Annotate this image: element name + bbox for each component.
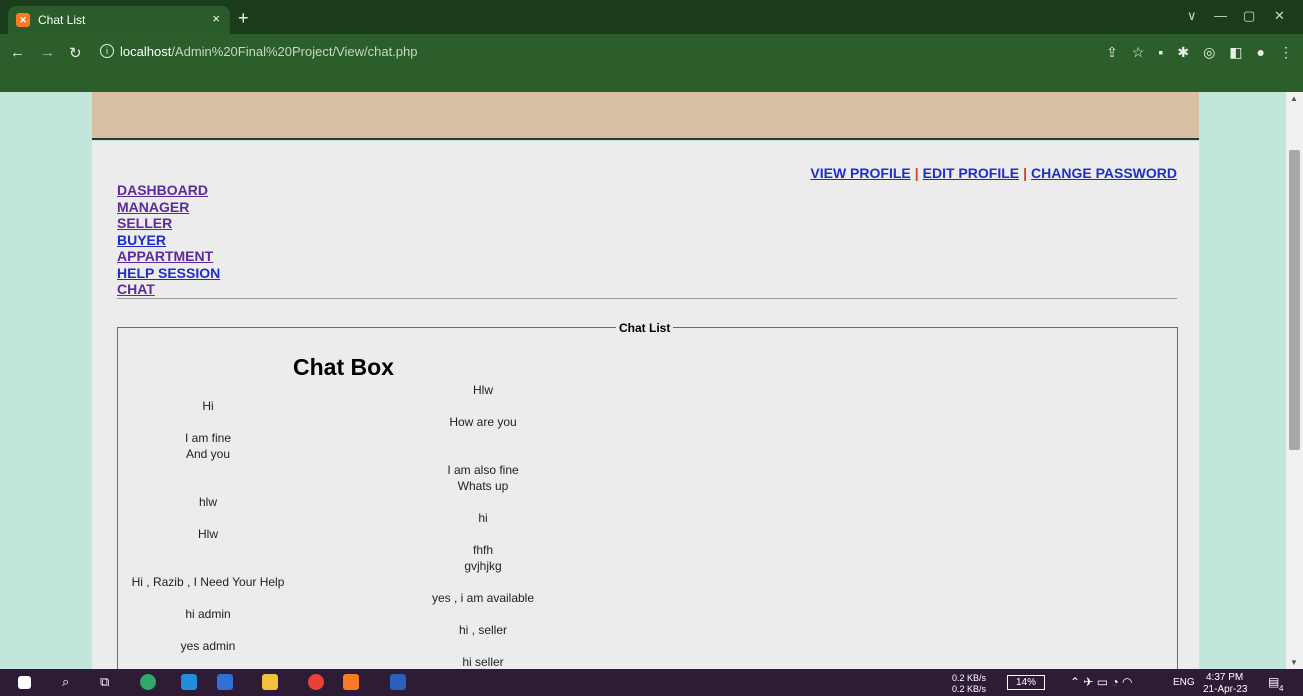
- chat-message-right: gvjhjkg: [464, 559, 502, 573]
- edge-icon[interactable]: [140, 674, 156, 690]
- network-down-speed: 0.2 KB/s: [952, 673, 987, 683]
- tab-search-icon[interactable]: ∨: [1187, 8, 1197, 24]
- main-menu: DASHBOARD MANAGER SELLER BUYER APPARTMEN…: [117, 182, 220, 298]
- task-view-icon[interactable]: ⧉: [100, 674, 109, 690]
- menu-item-buyer[interactable]: BUYER: [117, 232, 220, 249]
- change-password-link[interactable]: CHANGE PASSWORD: [1031, 165, 1177, 181]
- xampp-favicon-icon: ✕: [16, 13, 30, 27]
- network-up-speed: 0.2 KB/s: [952, 684, 987, 694]
- minimize-icon[interactable]: —: [1214, 8, 1227, 23]
- chat-message-right: hi seller: [462, 655, 504, 669]
- menu-icon[interactable]: ⋮: [1279, 44, 1293, 61]
- menu-item-chat[interactable]: CHAT: [117, 281, 220, 298]
- clock-time[interactable]: 4:37 PM: [1206, 672, 1243, 683]
- sidepanel-icon[interactable]: ◧: [1229, 44, 1242, 61]
- profile-links: VIEW PROFILE | EDIT PROFILE | CHANGE PASSWOR…: [810, 165, 1177, 181]
- chat-message-left: Hi , Razib , I Need Your Help: [131, 575, 285, 589]
- browser-tab-bar: ✕ Chat List × + ∨ — ▢ ✕: [0, 0, 1303, 34]
- page-scrollbar[interactable]: ▲ ▼: [1286, 92, 1303, 669]
- close-window-icon[interactable]: ✕: [1274, 8, 1285, 24]
- scrollbar-thumb[interactable]: [1289, 150, 1300, 450]
- link-separator: |: [1023, 165, 1028, 181]
- chat-message-left: Hi: [202, 399, 214, 413]
- link-separator: |: [914, 165, 919, 181]
- menu-item-help-session[interactable]: HELP SESSION: [117, 265, 220, 282]
- menu-item-manager[interactable]: MANAGER: [117, 199, 220, 216]
- menu-item-dashboard[interactable]: DASHBOARD: [117, 182, 220, 199]
- maximize-icon[interactable]: ▢: [1243, 8, 1255, 24]
- notification-count: 4: [1279, 684, 1284, 693]
- header-banner: [92, 92, 1199, 140]
- search-icon[interactable]: ⌕: [62, 674, 69, 690]
- share-icon[interactable]: ⇪: [1106, 44, 1118, 61]
- file-explorer-icon[interactable]: [262, 674, 278, 690]
- tab-title: Chat List: [38, 13, 86, 27]
- chat-message-right: hi: [478, 511, 488, 525]
- toolbar-icons: ⇪ ☆ ▪ ✱ ◎ ◧ ● ⋮: [1106, 44, 1293, 61]
- chat-box-title: Chat Box: [293, 354, 394, 380]
- new-tab-button[interactable]: +: [238, 8, 249, 29]
- chat-message-left: hlw: [198, 495, 218, 509]
- language-indicator[interactable]: ENG: [1173, 677, 1195, 688]
- menu-item-appartment[interactable]: APPARTMENT: [117, 248, 220, 265]
- back-icon[interactable]: ←: [10, 44, 25, 61]
- chat-message-right: Whats up: [457, 479, 509, 493]
- chat-message-right: hi , seller: [458, 623, 508, 637]
- divider: [117, 298, 1177, 299]
- store-icon[interactable]: [181, 674, 197, 690]
- edit-profile-link[interactable]: EDIT PROFILE: [923, 165, 1019, 181]
- forward-icon[interactable]: →: [40, 44, 55, 61]
- chat-message-right: yes , i am available: [431, 591, 535, 605]
- chat-message-left: yes admin: [180, 639, 236, 653]
- address-bar[interactable]: i localhost /Admin%20Final%20Project/Vie…: [100, 39, 1100, 63]
- chat-message-right: I am also fine: [447, 463, 519, 477]
- tray-icons[interactable]: ⌃ ✈ ▭ ◔ ◠: [1070, 675, 1133, 689]
- content-card: VIEW PROFILE | EDIT PROFILE | CHANGE PASSWOR…: [92, 141, 1199, 687]
- app-l-icon[interactable]: [217, 674, 233, 690]
- chat-message-right: How are you: [449, 415, 517, 429]
- site-info-icon[interactable]: i: [100, 44, 114, 58]
- scroll-down-icon[interactable]: ▼: [1290, 658, 1298, 667]
- browser-toolbar: ← → ↻ i localhost /Admin%20Final%20Proje…: [0, 34, 1303, 92]
- url-path: /Admin%20Final%20Project/View/chat.php: [171, 43, 418, 59]
- url-host: localhost: [120, 43, 172, 59]
- chat-message-right: fhfh: [472, 543, 494, 557]
- word-icon[interactable]: [390, 674, 406, 690]
- star-icon[interactable]: ☆: [1132, 44, 1145, 61]
- puzzle-icon[interactable]: ✱: [1177, 44, 1189, 61]
- clock-date[interactable]: 21-Apr-23: [1203, 684, 1247, 695]
- chat-message-right: Hlw: [473, 383, 493, 397]
- xampp-icon[interactable]: [343, 674, 359, 690]
- view-profile-link[interactable]: VIEW PROFILE: [810, 165, 910, 181]
- notification-icon[interactable]: ▤: [1268, 675, 1279, 689]
- fieldset-legend: Chat List: [616, 321, 674, 335]
- reload-icon[interactable]: ↻: [69, 44, 82, 62]
- chrome-icon[interactable]: [308, 674, 324, 690]
- scroll-up-icon[interactable]: ▲: [1290, 94, 1298, 103]
- chat-message-left: Hlw: [198, 527, 218, 541]
- profile-icon[interactable]: ●: [1257, 44, 1265, 61]
- chat-message-left: And you: [185, 447, 231, 461]
- os-taskbar: ⌕ ⧉ 0.2 KB/s 0.2 KB/s 14% ⌃ ✈ ▭ ◔ ◠ ENG …: [0, 669, 1303, 696]
- chat-message-left: hi admin: [185, 607, 231, 621]
- extension-icon[interactable]: ▪: [1158, 44, 1163, 61]
- browser-tab[interactable]: ✕ Chat List ×: [8, 6, 230, 34]
- chat-message-left: I am fine: [184, 431, 232, 445]
- menu-item-seller[interactable]: SELLER: [117, 215, 220, 232]
- windows-start-icon[interactable]: [18, 676, 31, 689]
- battery-indicator[interactable]: 14%: [1007, 675, 1045, 690]
- chat-list-fieldset: Chat List Chat Box Hi I am fine And you …: [117, 321, 1178, 687]
- media-icon[interactable]: ◎: [1203, 44, 1215, 61]
- tab-close-icon[interactable]: ×: [212, 11, 220, 26]
